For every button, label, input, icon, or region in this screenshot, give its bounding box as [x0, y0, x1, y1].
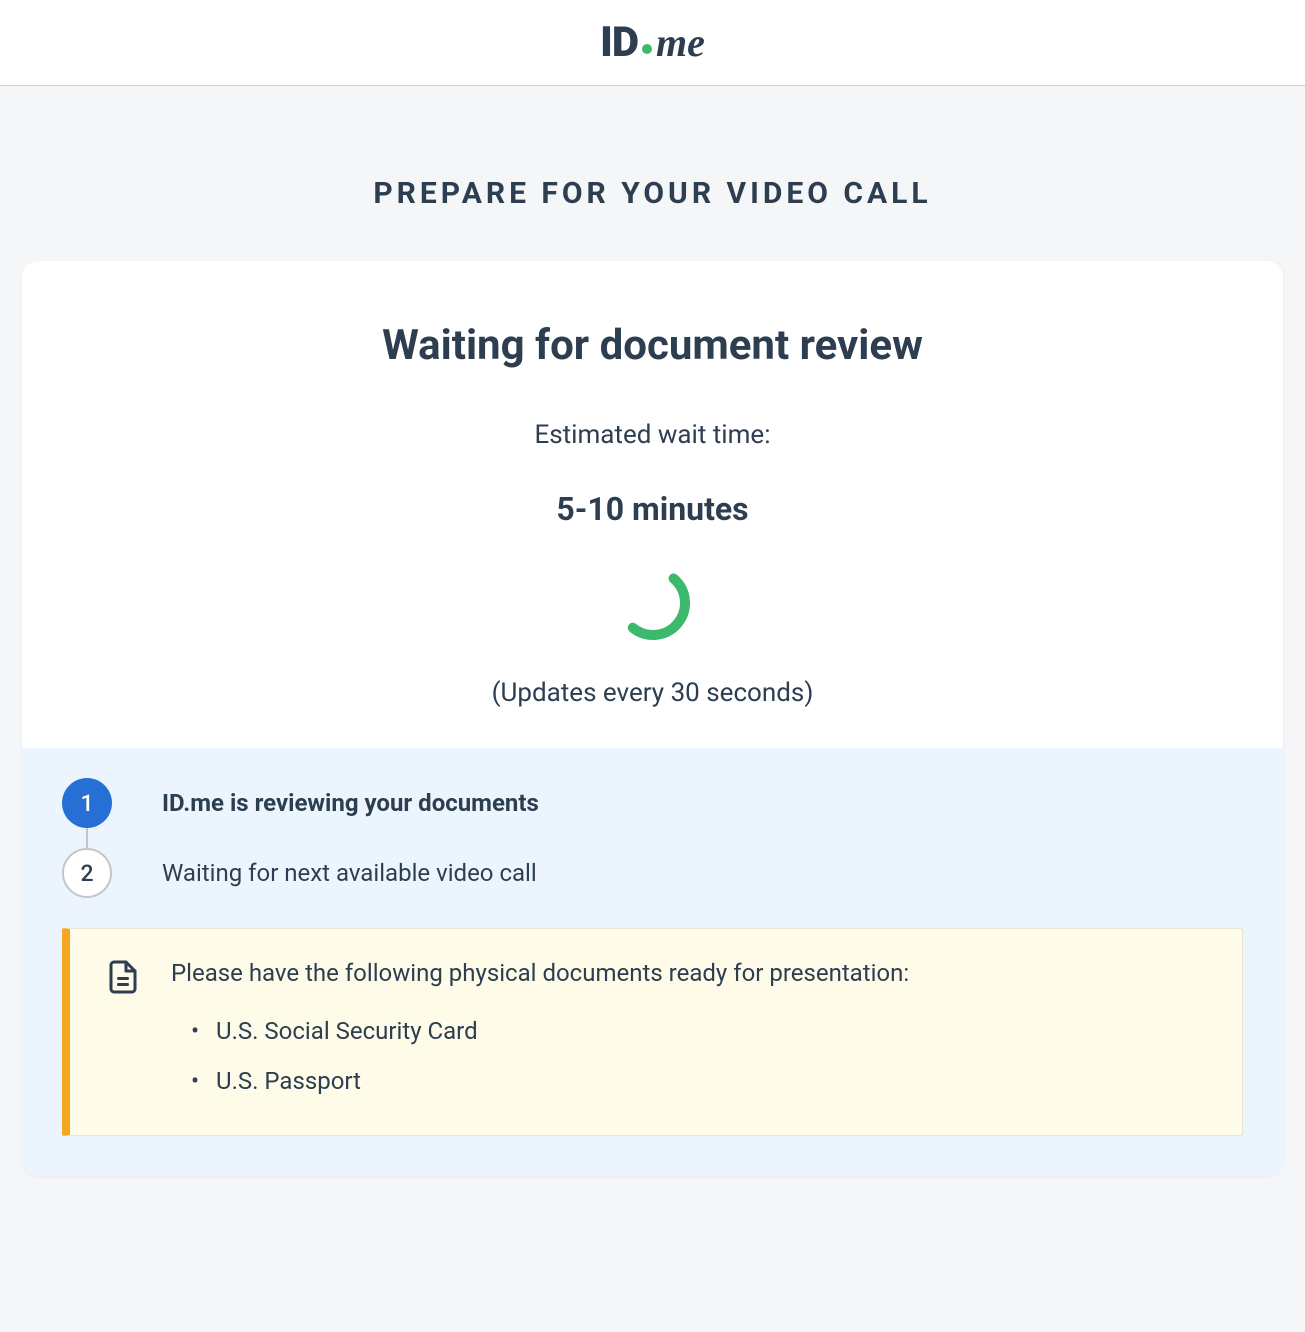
list-item: U.S. Passport: [191, 1067, 1207, 1095]
notice-text: Please have the following physical docum…: [171, 959, 1207, 987]
steps-list: 1 ID.me is reviewing your documents 2 Wa…: [62, 778, 1243, 898]
header: ID me: [0, 0, 1305, 86]
step-label: Waiting for next available video call: [162, 859, 537, 887]
card-heading: Waiting for document review: [82, 321, 1223, 370]
spinner-icon: [613, 563, 693, 643]
wait-time-label: Estimated wait time:: [82, 420, 1223, 450]
steps-section: 1 ID.me is reviewing your documents 2 Wa…: [22, 748, 1283, 1176]
logo-dot-icon: [642, 44, 652, 54]
status-card: Waiting for document review Estimated wa…: [22, 261, 1283, 1176]
step-connector: [86, 828, 88, 850]
card-top: Waiting for document review Estimated wa…: [22, 261, 1283, 748]
step-number-badge: 1: [62, 778, 112, 828]
logo-id-text: ID: [600, 18, 638, 67]
list-item: U.S. Social Security Card: [191, 1017, 1207, 1045]
notice-body: Please have the following physical docum…: [171, 959, 1207, 1095]
logo: ID me: [600, 18, 705, 67]
step-number-badge: 2: [62, 848, 112, 898]
step-label: ID.me is reviewing your documents: [162, 789, 539, 817]
document-notice: Please have the following physical docum…: [62, 928, 1243, 1136]
document-list: U.S. Social Security Card U.S. Passport: [171, 1017, 1207, 1095]
step-item-1: 1 ID.me is reviewing your documents: [162, 778, 1243, 828]
step-item-2: 2 Waiting for next available video call: [162, 848, 1243, 898]
document-icon: [105, 959, 141, 995]
updates-interval-text: (Updates every 30 seconds): [82, 678, 1223, 708]
wait-time-value: 5-10 minutes: [82, 490, 1223, 528]
page-title: PREPARE FOR YOUR VIDEO CALL: [0, 176, 1305, 211]
logo-me-text: me: [656, 19, 705, 66]
